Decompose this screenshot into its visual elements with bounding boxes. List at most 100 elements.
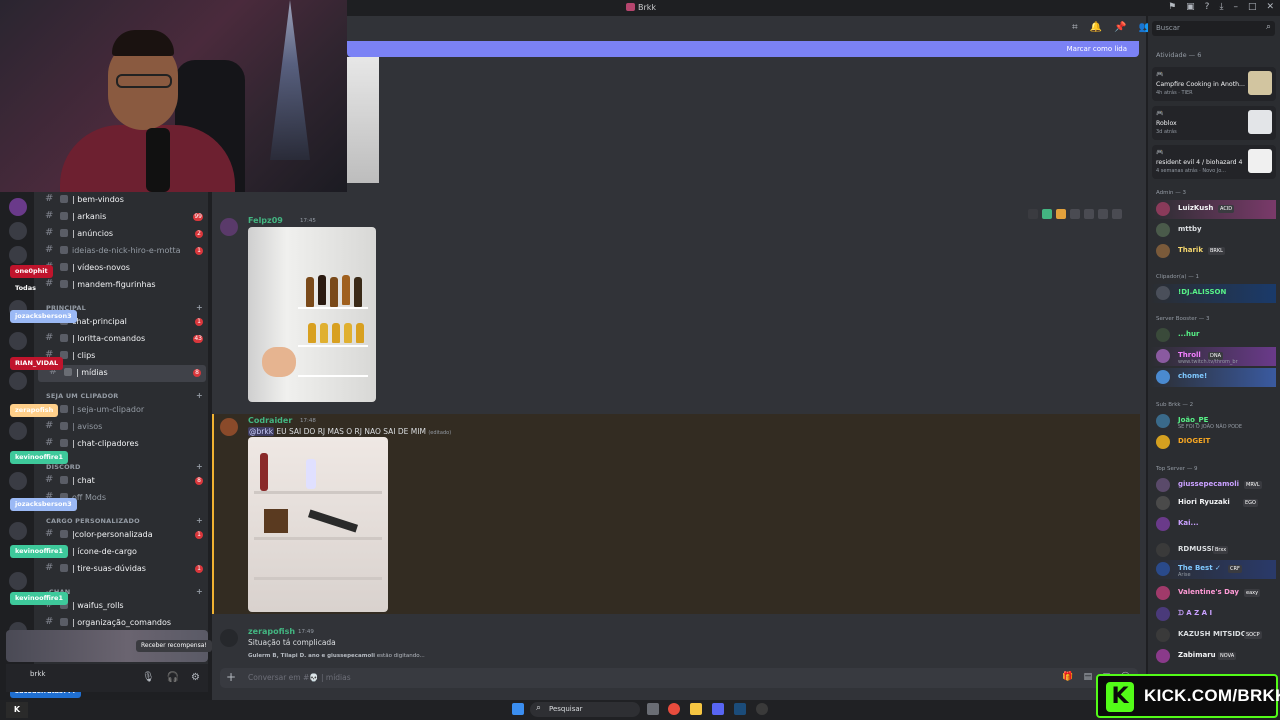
add-channel-icon[interactable]: + xyxy=(196,391,203,400)
chrome-icon[interactable] xyxy=(668,703,680,715)
avatar[interactable] xyxy=(1156,478,1170,492)
check-icon[interactable] xyxy=(1042,209,1052,219)
flag-icon[interactable]: ⚑ xyxy=(1168,2,1176,12)
avatar[interactable] xyxy=(1156,202,1170,216)
previous-attachment-image[interactable] xyxy=(347,57,379,183)
reply-icon[interactable] xyxy=(1084,209,1094,219)
fridge-image[interactable] xyxy=(248,227,376,402)
member-item[interactable]: DIOGEIT xyxy=(1150,433,1276,452)
avatar[interactable] xyxy=(1156,496,1170,510)
avatar[interactable] xyxy=(220,418,238,436)
channel-item[interactable]: # | arkanis 99 xyxy=(34,209,208,226)
avatar[interactable] xyxy=(1156,607,1170,621)
server-icon[interactable] xyxy=(9,222,27,240)
obs-icon[interactable] xyxy=(756,703,768,715)
avatar[interactable] xyxy=(1156,543,1170,557)
server-icon[interactable] xyxy=(9,522,27,540)
server-icon[interactable] xyxy=(9,246,27,264)
member-item[interactable]: Kai... xyxy=(1150,515,1276,534)
member-item[interactable]: giussepecamoli MRVL xyxy=(1150,476,1276,495)
mark-as-read-button[interactable]: Marcar como lida xyxy=(1067,45,1127,53)
avatar[interactable] xyxy=(1156,370,1170,384)
add-reaction-icon[interactable] xyxy=(1070,209,1080,219)
channel-item[interactable]: #| seja-um-clipador xyxy=(34,402,208,419)
server-icon[interactable] xyxy=(9,472,27,490)
bell-icon[interactable]: 🔔 xyxy=(1090,22,1102,33)
channel-item[interactable]: # ideias-de-nick-hiro-e-motta 1 xyxy=(34,243,208,260)
message-composer[interactable]: + Conversar em #💀 | mídias 🎁 ▤ ▢ ☺ xyxy=(220,668,1138,688)
member-item[interactable]: Valentine's Day eaxy xyxy=(1150,584,1276,603)
close-icon[interactable]: ✕ xyxy=(1266,2,1274,12)
gift-icon[interactable]: 🎁 xyxy=(1062,672,1073,682)
member-item[interactable]: ...hur xyxy=(1150,326,1276,345)
channel-item[interactable]: # | tire-suas-dúvidas 1 xyxy=(34,561,208,578)
channel-item[interactable]: #| vídeos-novos xyxy=(34,260,208,277)
channel-item[interactable]: # | anúncios 2 xyxy=(34,226,208,243)
username[interactable]: brkk xyxy=(30,670,45,678)
empty-fridge-image[interactable] xyxy=(248,437,388,612)
attach-plus-icon[interactable]: + xyxy=(226,670,236,684)
channel-item[interactable]: # | chat 8 xyxy=(34,473,208,490)
avatar[interactable] xyxy=(1156,286,1170,300)
kick-chip[interactable]: K xyxy=(6,702,28,718)
member-item[interactable]: mttby xyxy=(1150,221,1276,240)
avatar[interactable] xyxy=(1156,414,1170,428)
user-mention[interactable]: @brkk xyxy=(248,427,275,436)
channel-item[interactable]: # | loritta-comandos 43 xyxy=(34,331,208,348)
message-author[interactable]: Felpz09 xyxy=(248,216,283,225)
download-icon[interactable]: ⤓ xyxy=(1219,2,1223,12)
avatar[interactable] xyxy=(1156,586,1170,600)
channel-item[interactable]: # | bem-vindos xyxy=(34,192,208,209)
pin-icon[interactable]: 📌 xyxy=(1114,22,1126,33)
avatar[interactable] xyxy=(1156,517,1170,531)
message-author[interactable]: zerapofish xyxy=(248,627,295,636)
discord-icon[interactable] xyxy=(712,703,724,715)
channel-item[interactable]: # |color-personalizada 1 xyxy=(34,527,208,544)
avatar[interactable] xyxy=(1156,562,1170,576)
settings-gear-icon[interactable]: ⚙ xyxy=(191,672,200,683)
member-item[interactable]: LuizKush ACID xyxy=(1150,200,1276,219)
inbox-icon[interactable]: ▣ xyxy=(1186,2,1195,12)
channel-item[interactable]: # | mandem-figurinhas xyxy=(34,277,208,294)
threads-icon[interactable]: ⌗ xyxy=(1072,22,1078,33)
avatar[interactable] xyxy=(1156,328,1170,342)
activity-card[interactable]: 🎮 Campfire Cooking in Anoth... 4h atrás · … xyxy=(1152,67,1276,101)
avatar[interactable] xyxy=(1156,349,1170,363)
search-placeholder[interactable]: Buscar xyxy=(1156,24,1180,32)
activity-card[interactable]: 🎮 resident evil 4 / biohazard 4 4 semanas … xyxy=(1152,145,1276,179)
channel-category[interactable]: CARGO PERSONALIZADO + xyxy=(46,516,203,525)
avatar[interactable] xyxy=(1156,435,1170,449)
member-item[interactable]: KAZUSH MITSIDO SOCP xyxy=(1150,626,1276,645)
composer-placeholder[interactable]: Conversar em #💀 | mídias xyxy=(248,673,351,682)
steam-icon[interactable] xyxy=(734,703,746,715)
file-explorer-icon[interactable] xyxy=(690,703,702,715)
avatar[interactable] xyxy=(1156,649,1170,663)
avatar[interactable] xyxy=(220,218,238,236)
member-item[interactable]: chome! xyxy=(1150,368,1276,387)
member-item[interactable]: Hiori Ryuzaki EGO xyxy=(1150,494,1276,513)
more-icon[interactable] xyxy=(1112,209,1122,219)
member-item[interactable]: João_PE SE FOI O JOÃO NÃO PODE xyxy=(1150,412,1276,431)
server-icon[interactable] xyxy=(9,372,27,390)
member-item[interactable]: !DJ.ALISSON xyxy=(1150,284,1276,303)
channel-category[interactable]: DISCORD + xyxy=(46,462,203,471)
server-icon[interactable] xyxy=(9,572,27,590)
minimize-icon[interactable]: – xyxy=(1233,2,1238,12)
member-item[interactable]: The Best ✓ CRF Arise xyxy=(1150,560,1276,579)
channel-item-midias[interactable]: # | mídias 8 xyxy=(38,365,206,382)
new-messages-bar[interactable]: Marcar como lida xyxy=(347,41,1139,57)
search-input[interactable]: Buscar ⌕ xyxy=(1152,21,1275,36)
avatar[interactable] xyxy=(1156,628,1170,642)
member-item[interactable]: Zabimaru NOVA xyxy=(1150,647,1276,666)
server-icon[interactable] xyxy=(9,332,27,350)
claim-reward-button[interactable]: Receber recompensa! xyxy=(136,640,212,652)
server-icon[interactable] xyxy=(9,422,27,440)
member-item[interactable]: RDMUSSI Brxx xyxy=(1150,541,1276,560)
windows-start-icon[interactable] xyxy=(512,703,524,715)
mic-icon[interactable]: 🎙 xyxy=(142,672,155,683)
server-icon[interactable] xyxy=(9,198,27,216)
member-item[interactable]: Tharik BRKL xyxy=(1150,242,1276,261)
react-icon[interactable] xyxy=(1028,209,1038,219)
member-item[interactable]: ᗪ A Z A I xyxy=(1150,605,1276,624)
maximize-icon[interactable]: □ xyxy=(1248,2,1257,12)
